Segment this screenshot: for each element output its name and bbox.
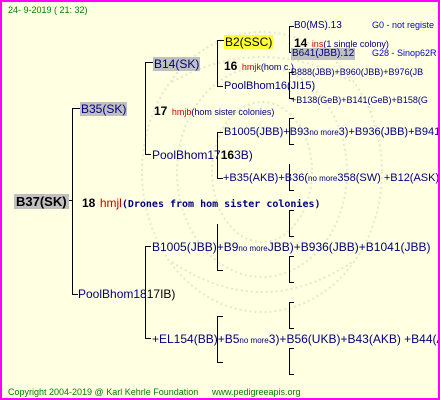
connector <box>289 256 294 257</box>
root-queen-info: 18 hmjl(Drones from hom sister colonies) <box>82 195 321 211</box>
b2-label[interactable]: B2(SSC) <box>224 35 274 49</box>
root-queen-label[interactable]: B37(SK) <box>14 194 69 209</box>
b14-info: 16 hmjk(hom c.) <box>224 58 294 74</box>
pool17-suffix: 16 <box>220 148 235 162</box>
pool17-label-text: PoolBhom17 <box>152 148 221 162</box>
b0-note: G0 - not registe <box>372 20 435 30</box>
b1005b-tiny: no more <box>309 128 339 137</box>
connector <box>289 374 294 375</box>
b1005b-label-text: B1005(JBB)+B93 <box>224 126 310 138</box>
root-note: (Drones from hom sister colonies) <box>121 199 321 210</box>
b0-label[interactable]: B0(MS).13 <box>294 21 342 31</box>
copyright-text: Copyright 2004-2019 @ Karl Kehrle Founda… <box>8 387 199 397</box>
b1005-label-text: B1005(JBB)+B9 <box>152 240 239 254</box>
b14-generation-number: 16 <box>224 59 238 73</box>
connector <box>145 62 146 155</box>
b35akb-label[interactable]: +B35(AKB)+B36(no more358(SW) +B12(ASK) <box>223 172 440 184</box>
connector <box>289 118 294 119</box>
connector <box>289 282 294 283</box>
dam-note: (hom sister colonies) <box>191 107 275 117</box>
website-link[interactable]: www.pedigreeapis.org <box>212 388 301 397</box>
dam-label[interactable]: B35(SK) <box>80 102 128 116</box>
pool17-suffix2: 3B) <box>234 148 253 162</box>
connector <box>289 348 290 374</box>
el154-label-text: +EL154(BB)+B5 <box>152 332 240 346</box>
connector <box>217 132 223 133</box>
b1005-tiny: no more <box>238 244 268 253</box>
connector <box>217 316 223 317</box>
root-mark: hmjl <box>99 196 122 210</box>
el154-label[interactable]: +EL154(BB)+B5no more3)+B56(UKB)+B43(AKB)… <box>152 332 440 346</box>
dam-mark: hmjb <box>171 107 192 117</box>
b641-note: G28 - Sinop62R <box>372 48 437 58</box>
pool17-label[interactable]: PoolBhom17163B) <box>152 149 253 161</box>
connector <box>145 246 151 247</box>
connector <box>289 144 294 145</box>
timestamp: 24- 9-2019 ( 21: 32) <box>8 5 88 15</box>
b1005-rest: JBB)+B936(JBB)+B1041(JBB) <box>267 240 431 254</box>
el154-tiny: no more <box>239 336 269 345</box>
connector <box>217 270 223 271</box>
connector <box>289 302 294 303</box>
connector <box>145 154 151 155</box>
b14-mark: hmjk <box>241 62 261 72</box>
b35akb-label-text: +B35(AKB)+B36( <box>223 172 308 184</box>
b641-label[interactable]: B641(JBB).12 <box>291 48 356 60</box>
sire-label[interactable]: PoolBhom1817IB) <box>78 288 175 300</box>
connector <box>145 338 151 339</box>
connector <box>72 108 73 295</box>
dam-generation-number: 17 <box>154 104 168 118</box>
connector <box>289 190 294 191</box>
connector <box>289 26 290 52</box>
connector <box>145 62 153 63</box>
connector <box>289 348 294 349</box>
pedigree-frame: 24- 9-2019 ( 21: 32) B37(SK) 18 hmjl(Dro… <box>0 0 440 400</box>
b35akb-tiny: no more <box>308 174 338 183</box>
connector <box>217 362 223 363</box>
b138-label[interactable]: +B138(GeB)+B141(GeB)+B158(G <box>291 96 428 105</box>
connector <box>72 108 80 109</box>
connector <box>217 86 223 87</box>
b35akb-rest: 358(SW) +B12(ASK) <box>337 172 440 184</box>
b14-label[interactable]: B14(SK) <box>153 57 201 71</box>
connector <box>289 256 290 282</box>
sire-label-text: PoolBhom18 <box>78 287 147 301</box>
b888-label[interactable]: B888(JBB)+B960(JBB)+B976(JB <box>291 68 423 77</box>
connector <box>289 236 294 237</box>
dam-info: 17 hmjb(hom sister colonies) <box>154 103 274 119</box>
connector <box>289 210 290 236</box>
el154-rest: 3)+B56(UKB)+B43(AKB) +B44(A <box>268 332 440 346</box>
b1005-label[interactable]: B1005(JBB)+B9no moreJBB)+B936(JBB)+B1041… <box>152 241 431 253</box>
sire-label-suffix: 17IB) <box>146 287 176 301</box>
b14-note: (hom c.) <box>260 62 294 72</box>
b1005b-rest: 3)+B936(JBB)+B941B <box>338 126 440 138</box>
root-generation-number: 18 <box>82 196 96 210</box>
pool16-label[interactable]: PoolBhom16(JI15) <box>224 81 315 92</box>
connector <box>217 40 218 87</box>
connector <box>289 302 290 328</box>
connector <box>289 328 294 329</box>
b1005b-label[interactable]: B1005(JBB)+B93no more3)+B936(JBB)+B941B <box>224 126 440 138</box>
